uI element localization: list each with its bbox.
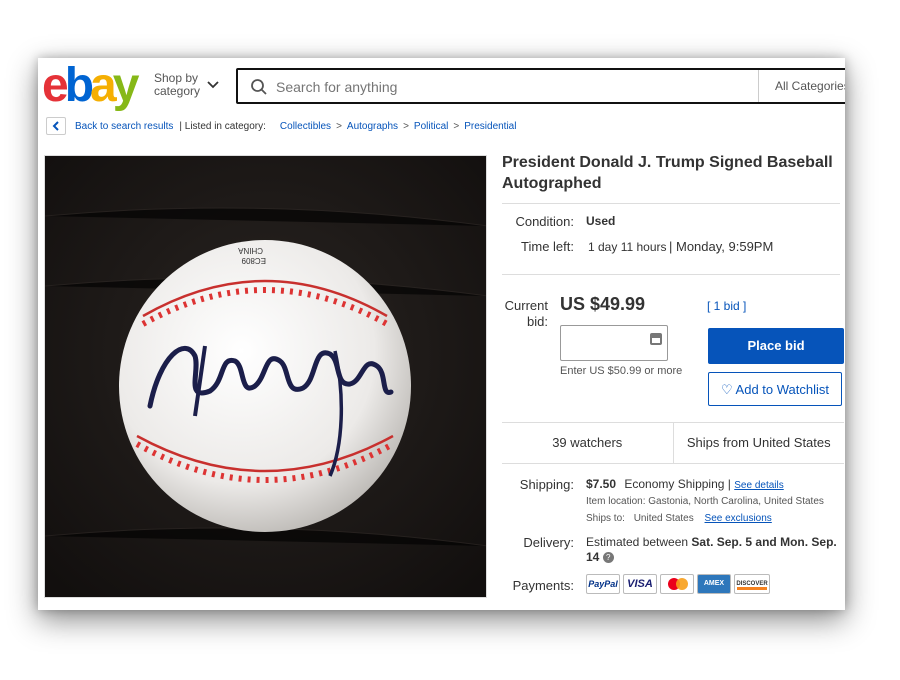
ships-to-value: United States [633,513,694,524]
condition-label: Condition: [515,214,574,229]
amex-icon: AMEX [697,574,731,594]
current-bid-label-line1: Current [504,298,548,313]
listed-in-label: | Listed in category: [179,120,266,132]
chevron-left-icon [52,121,59,131]
delivery-prefix: Estimated between [586,535,689,549]
visa-icon: VISA [623,574,657,594]
signed-baseball-image: CHINA EC809 [45,156,486,597]
bid-hint: Enter US $50.99 or more [560,365,683,377]
current-bid-label-line2: bid: [527,314,548,329]
bid-amount-input[interactable] [560,325,668,361]
divider [502,203,840,204]
watchers-count: 39 watchers [552,435,623,450]
time-left-value: 1 day 11 hours [588,240,667,254]
shipping-separator: | [727,477,731,491]
breadcrumb: Back to search results | Listed in categ… [46,116,516,136]
see-details-link[interactable]: See details [734,480,783,491]
chevron-down-icon[interactable] [206,78,220,92]
breadcrumb-separator: > [336,120,342,132]
visa-label: VISA [627,578,653,590]
breadcrumb-item-political[interactable]: Political [414,121,448,132]
discover-icon: DISCOVER [734,574,770,594]
divider [502,274,840,275]
condition-value: Used [586,214,616,228]
back-to-search-link[interactable]: Back to search results [75,121,173,132]
mastercard-icon: MC [660,574,694,594]
place-bid-button[interactable]: Place bid [708,328,844,364]
logo-letter-b: b [64,59,94,112]
shop-by-line2: category [154,84,201,98]
ball-stamp-line1: CHINA [237,246,263,255]
logo-letter-y: y [112,59,140,112]
current-bid-label: Current bid: [494,298,548,330]
password-manager-icon[interactable] [649,332,663,346]
time-left-label: Time left: [521,239,574,254]
breadcrumb-item-presidential[interactable]: Presidential [464,121,516,132]
add-to-watchlist-label: Add to Watchlist [735,382,829,397]
ebay-listing-screenshot: ebay Shop by category All Categories Bac… [38,58,845,610]
shop-by-category[interactable]: Shop by category [154,72,200,98]
search-bar: All Categories [236,68,845,104]
breadcrumb-item-autographs[interactable]: Autographs [347,121,398,132]
listing-title: President Donald J. Trump Signed Basebal… [502,154,833,192]
search-input[interactable] [274,70,758,104]
auction-end-time: | Monday, 9:59PM [669,239,774,254]
back-button[interactable] [46,117,66,135]
discover-label: DISCOVER [736,581,768,587]
heart-icon: ♡ [720,382,733,397]
paypal-icon: PayPal [586,574,620,594]
item-photo[interactable]: CHINA EC809 [44,155,487,598]
breadcrumb-separator: > [453,120,460,132]
amex-label: AMEX [703,580,725,587]
logo-letter-a: a [90,59,117,112]
ships-to-line: Ships to: United States See exclusions [586,513,772,524]
bid-count-link[interactable]: [ 1 bid ] [707,299,746,313]
breadcrumb-separator: > [403,120,409,132]
help-icon[interactable]: ? [602,552,614,564]
category-select[interactable]: All Categories [758,70,845,102]
item-location: Item location: Gastonia, North Carolina,… [586,496,824,507]
delivery-estimate: Estimated between Sat. Sep. 5 and Mon. S… [586,535,844,565]
shipping-method: Economy Shipping [624,477,725,491]
shipping-label: Shipping: [519,477,574,492]
see-exclusions-link[interactable]: See exclusions [705,513,772,524]
delivery-label: Delivery: [523,535,574,550]
ball-stamp-line2: EC809 [241,256,266,265]
logo-letter-e: e [42,59,69,112]
shipping-cost: $7.50 [586,477,617,491]
ships-to-label: Ships to: [586,513,625,524]
current-bid-price: US $49.99 [560,294,646,314]
listing-stats: 39 watchers Ships from United States [502,422,844,464]
ebay-logo[interactable]: ebay [42,59,140,112]
paypal-label: PayPal [588,579,618,589]
search-icon [251,79,267,95]
ships-from: Ships from United States [672,423,845,463]
add-to-watchlist-button[interactable]: ♡ Add to Watchlist [708,372,842,406]
breadcrumb-item-collectibles[interactable]: Collectibles [280,121,331,132]
shipping-line: $7.50 Economy Shipping | See details [586,477,784,491]
payments-label: Payments: [512,578,574,593]
